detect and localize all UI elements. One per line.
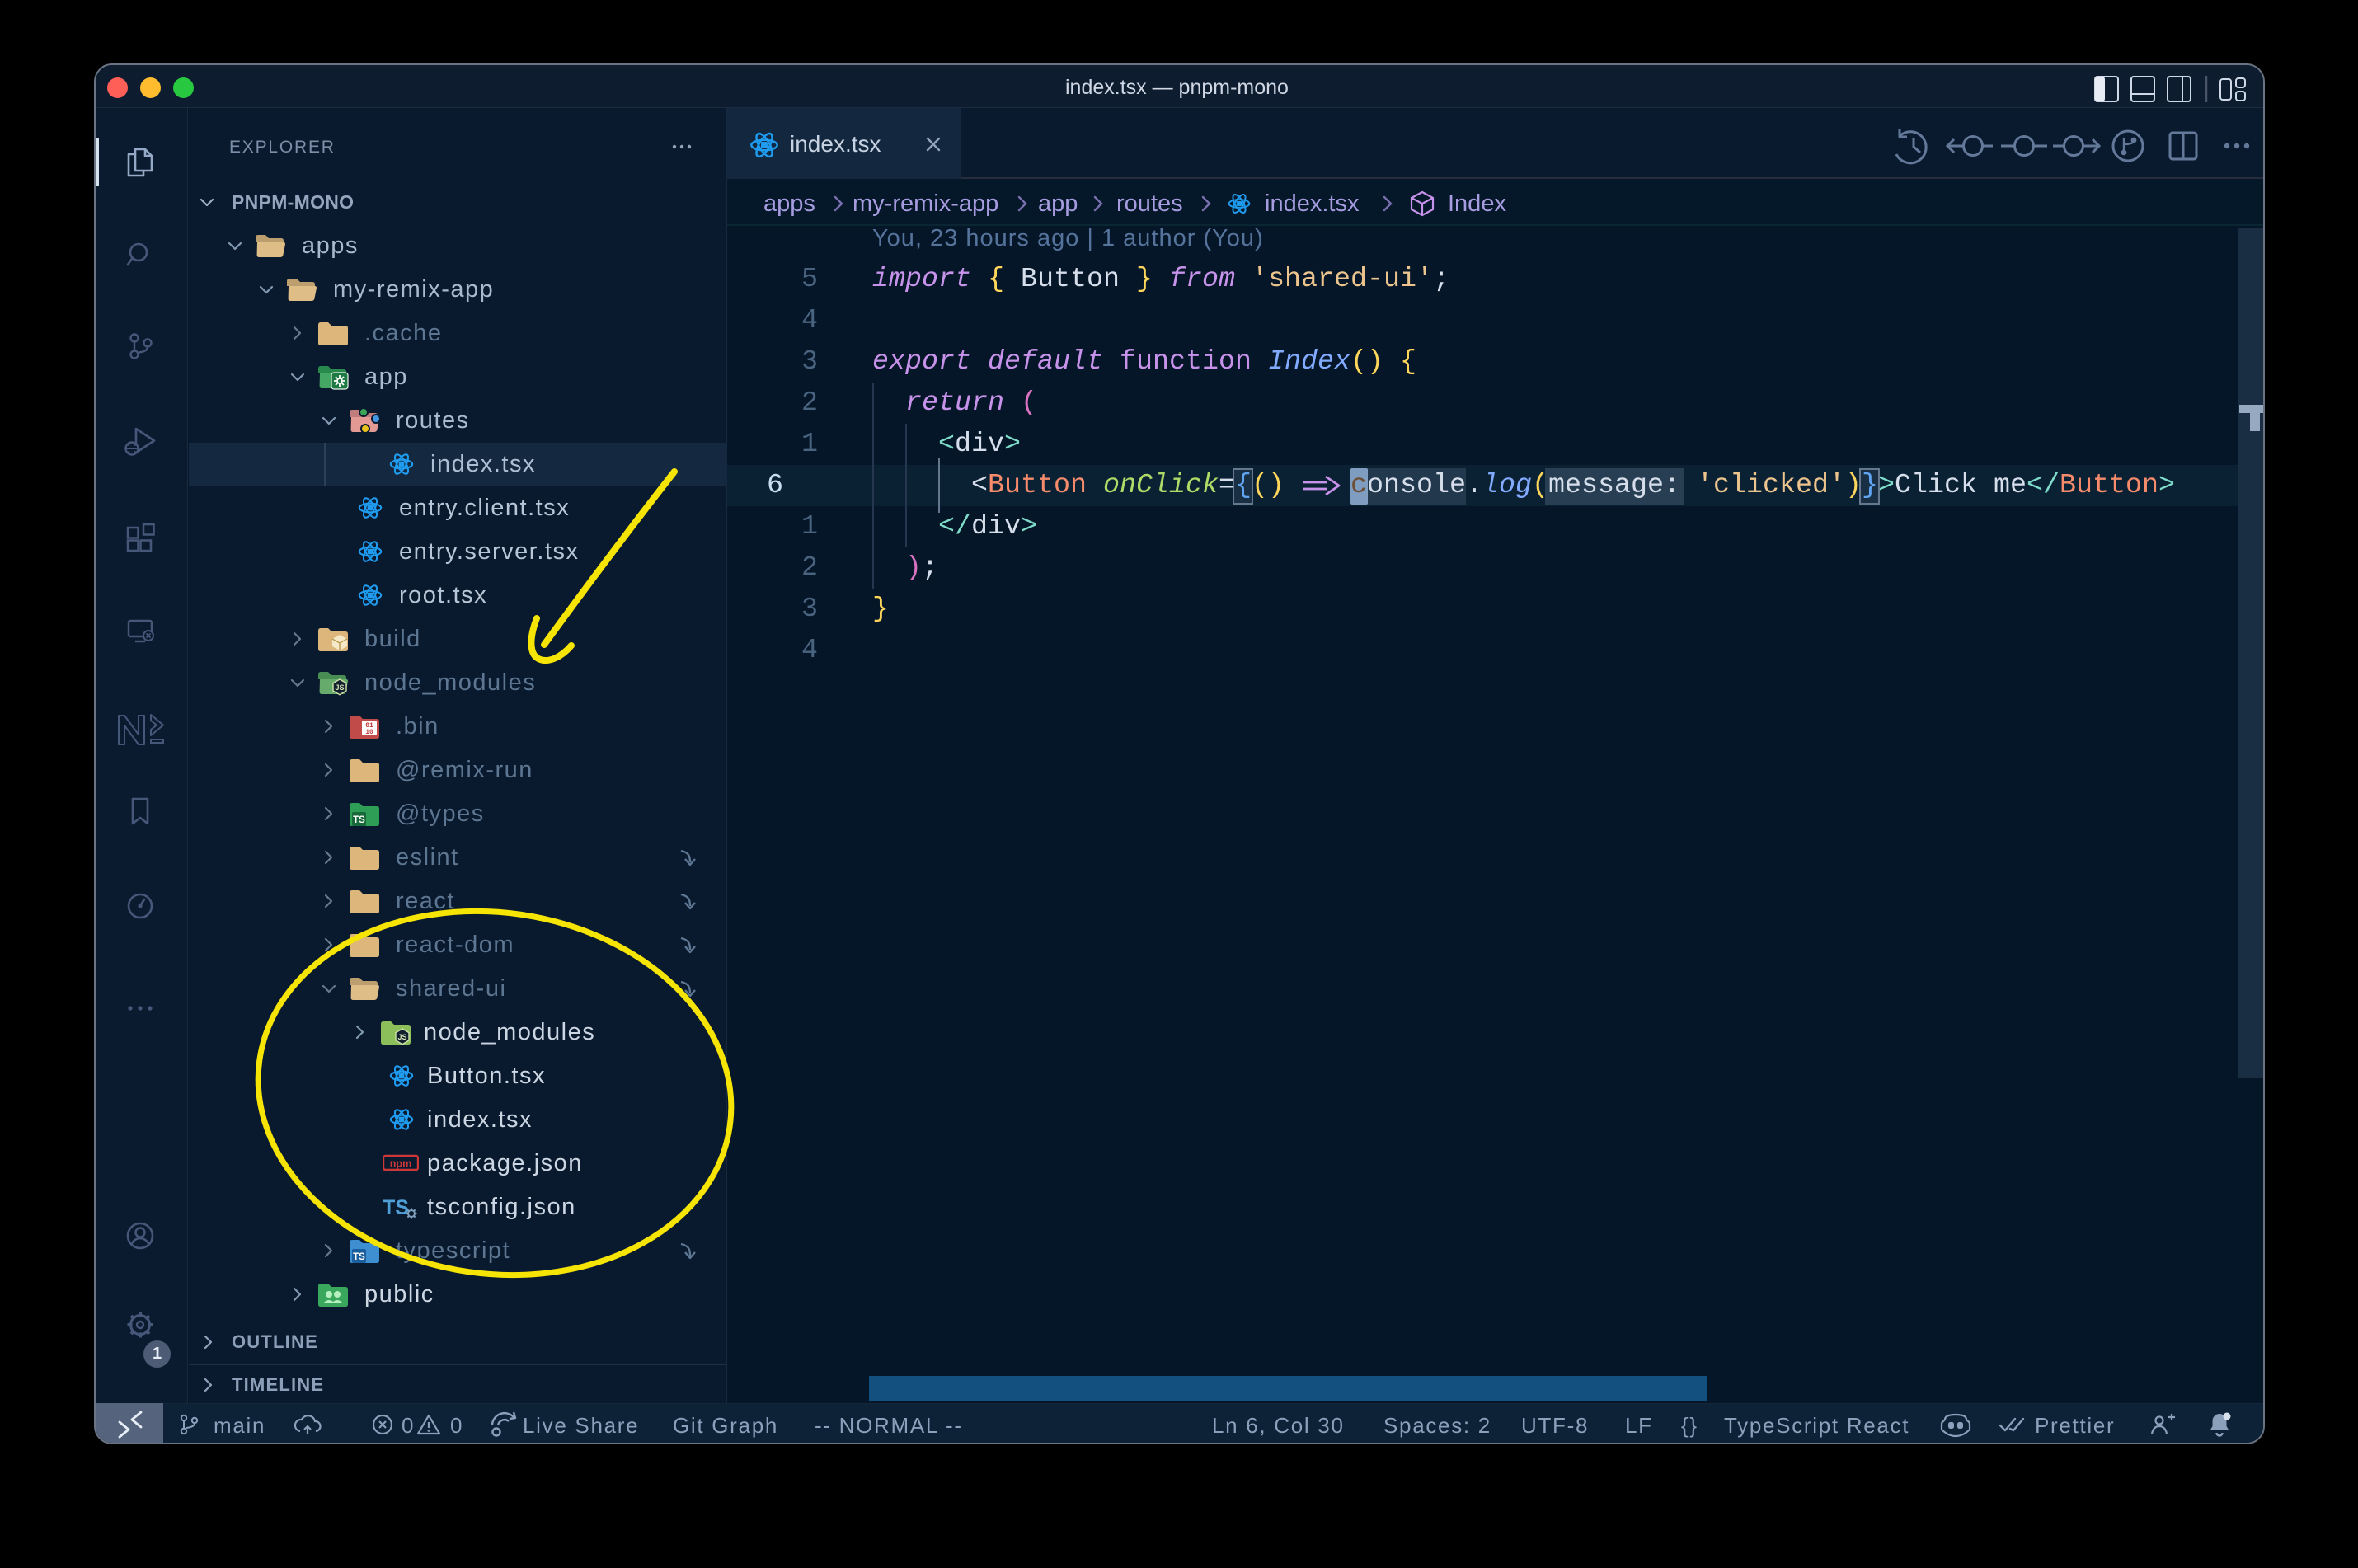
- svg-text:10: 10: [365, 729, 373, 736]
- svg-text:TS: TS: [353, 1252, 365, 1262]
- svg-text:JS: JS: [397, 1033, 406, 1041]
- svg-text:npm: npm: [390, 1158, 411, 1170]
- svg-text:TS: TS: [383, 1196, 409, 1219]
- svg-text:TS: TS: [353, 815, 365, 825]
- svg-text:JS: JS: [335, 683, 344, 692]
